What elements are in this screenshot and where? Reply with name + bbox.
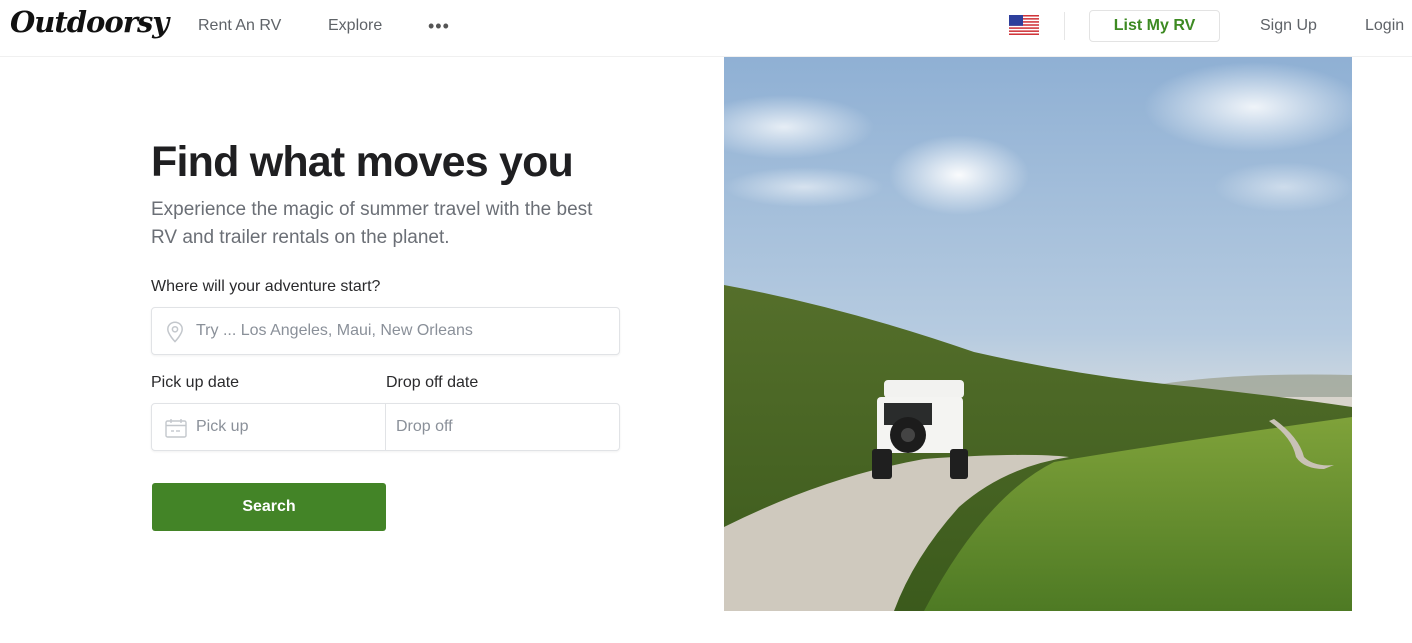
- landscape-photo: [724, 57, 1352, 611]
- more-menu-icon[interactable]: •••: [428, 16, 450, 37]
- search-button[interactable]: Search: [152, 483, 386, 531]
- hero-subtitle: Experience the magic of summer travel wi…: [151, 199, 593, 248]
- dropoff-date-label: Drop off date: [386, 374, 479, 391]
- header-divider: [1064, 12, 1065, 40]
- list-my-rv-button[interactable]: List My RV: [1089, 10, 1220, 42]
- hero-image: [724, 57, 1352, 611]
- us-flag-icon[interactable]: [1009, 15, 1039, 35]
- location-input[interactable]: [196, 308, 606, 354]
- outdoorsy-logo[interactable]: Outdoorsy: [10, 5, 169, 39]
- sign-up-link[interactable]: Sign Up: [1260, 17, 1317, 35]
- map-pin-icon: [167, 321, 183, 343]
- date-field-divider: [385, 404, 386, 450]
- calendar-icon: [165, 419, 187, 438]
- date-range-field: [151, 403, 620, 451]
- pickup-date-input[interactable]: [196, 404, 381, 450]
- location-field[interactable]: [151, 307, 620, 355]
- dropoff-date-input[interactable]: [396, 404, 611, 450]
- login-link[interactable]: Login: [1365, 17, 1404, 35]
- hero-title: Find what moves you: [151, 138, 574, 186]
- pickup-date-label: Pick up date: [151, 374, 240, 391]
- top-nav: Outdoorsy Rent An RV Explore ••• List My…: [0, 0, 1412, 57]
- nav-rent-an-rv[interactable]: Rent An RV: [198, 17, 281, 35]
- location-label: Where will your adventure start?: [151, 278, 381, 295]
- nav-explore[interactable]: Explore: [328, 17, 382, 35]
